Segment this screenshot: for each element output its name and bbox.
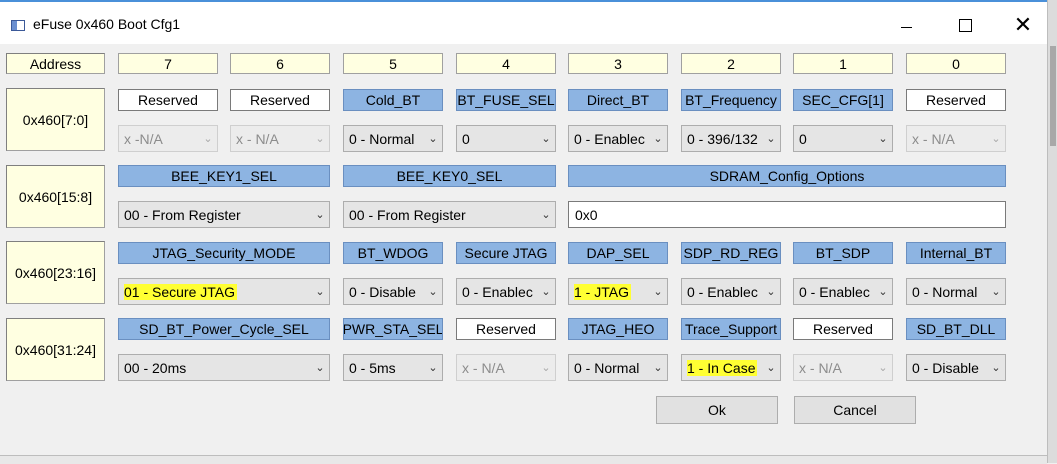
trace-support-select[interactable]: 1 - In Case ⌄ — [681, 354, 781, 381]
chevron-down-icon: ⌄ — [203, 133, 213, 145]
chevron-down-icon: ⌄ — [991, 133, 1001, 145]
bit-header-7: 7 — [118, 53, 218, 74]
bt-sdp-select[interactable]: 0 - Enablec ⌄ — [793, 278, 893, 305]
bee-key1-sel-select[interactable]: 00 - From Register ⌄ — [118, 201, 330, 228]
field-label-reserved: Reserved — [118, 89, 218, 111]
reserved-select: x - N/A ⌄ — [906, 125, 1006, 152]
reserved-select: x - N/A ⌄ — [230, 125, 330, 152]
bit-header-2: 2 — [681, 53, 781, 74]
field-label-bt-sdp: BT_SDP — [793, 242, 893, 264]
field-label-reserved: Reserved — [793, 318, 893, 340]
bit-header-6: 6 — [230, 53, 330, 74]
chevron-down-icon: ⌄ — [315, 286, 325, 298]
bit-header-1: 1 — [793, 53, 893, 74]
field-label-internal-bt: Internal_BT — [906, 242, 1006, 264]
bit-header-0: 0 — [906, 53, 1006, 74]
chevron-down-icon: ⌄ — [766, 362, 776, 374]
field-label-bt-fuse-sel: BT_FUSE_SEL — [456, 89, 556, 111]
bee-key0-sel-select[interactable]: 00 - From Register ⌄ — [343, 201, 556, 228]
chevron-down-icon: ⌄ — [878, 362, 888, 374]
field-label-bt-wdog: BT_WDOG — [343, 242, 443, 264]
dap-sel-select[interactable]: 1 - JTAG ⌄ — [568, 278, 668, 305]
field-label-sec-cfg-1: SEC_CFG[1] — [793, 89, 893, 111]
minimize-button[interactable] — [883, 10, 929, 40]
ok-button[interactable]: Ok — [656, 396, 778, 424]
field-label-direct-bt: Direct_BT — [568, 89, 668, 111]
chevron-down-icon: ⌄ — [541, 286, 551, 298]
field-label-jtag-heo: JTAG_HEO — [568, 318, 668, 340]
reserved-select: x -N/A ⌄ — [118, 125, 218, 152]
close-icon: ✕ — [1013, 12, 1033, 37]
internal-bt-select[interactable]: 0 - Normal ⌄ — [906, 278, 1006, 305]
chevron-down-icon: ⌄ — [428, 286, 438, 298]
bt-wdog-select[interactable]: 0 - Disable ⌄ — [343, 278, 443, 305]
sdram-config-options-input[interactable]: 0x0 — [568, 201, 1006, 228]
field-label-reserved: Reserved — [230, 89, 330, 111]
row-address-7-0: 0x460[7:0] — [6, 88, 105, 151]
cancel-button[interactable]: Cancel — [794, 396, 916, 424]
field-label-reserved: Reserved — [906, 89, 1006, 111]
chevron-down-icon: ⌄ — [541, 362, 551, 374]
field-label-jtag-security-mode: JTAG_Security_MODE — [118, 242, 330, 264]
chevron-down-icon: ⌄ — [991, 286, 1001, 298]
bit-header-4: 4 — [456, 53, 556, 74]
chevron-down-icon: ⌄ — [653, 362, 663, 374]
maximize-button[interactable] — [942, 10, 988, 40]
jtag-security-mode-select[interactable]: 01 - Secure JTAG ⌄ — [118, 278, 330, 305]
chevron-down-icon: ⌄ — [653, 286, 663, 298]
minimize-icon — [900, 26, 912, 28]
field-label-bt-frequency: BT_Frequency — [681, 89, 781, 111]
chevron-down-icon: ⌄ — [766, 133, 776, 145]
sd-bt-dll-select[interactable]: 0 - Disable ⌄ — [906, 354, 1006, 381]
app-icon — [11, 20, 25, 31]
reserved-select: x - N/A ⌄ — [456, 354, 556, 381]
bt-frequency-select[interactable]: 0 - 396/132 ⌄ — [681, 125, 781, 152]
field-label-secure-jtag: Secure JTAG — [456, 242, 556, 264]
sec-cfg-1-select[interactable]: 0 ⌄ — [793, 125, 893, 152]
direct-bt-select[interactable]: 0 - Enablec ⌄ — [568, 125, 668, 152]
bit-header-5: 5 — [343, 53, 443, 74]
sd-bt-power-cycle-sel-select[interactable]: 00 - 20ms ⌄ — [118, 354, 330, 381]
field-label-sdp-rd-reg: SDP_RD_REG — [681, 242, 781, 264]
field-label-trace-support: Trace_Support — [681, 318, 781, 340]
chevron-down-icon: ⌄ — [991, 362, 1001, 374]
cold-bt-select[interactable]: 0 - Normal ⌄ — [343, 125, 443, 152]
field-label-dap-sel: DAP_SEL — [568, 242, 668, 264]
chevron-down-icon: ⌄ — [766, 286, 776, 298]
chevron-down-icon: ⌄ — [428, 133, 438, 145]
maximize-icon — [958, 18, 972, 32]
row-address-15-8: 0x460[15:8] — [6, 165, 105, 228]
field-label-cold-bt: Cold_BT — [343, 89, 443, 111]
bit-header-3: 3 — [568, 53, 668, 74]
reserved-select: x - N/A ⌄ — [793, 354, 893, 381]
chevron-down-icon: ⌄ — [878, 286, 888, 298]
chevron-down-icon: ⌄ — [315, 362, 325, 374]
window-title: eFuse 0x460 Boot Cfg1 — [33, 16, 181, 32]
field-label-sdram-config-options: SDRAM_Config_Options — [568, 165, 1006, 187]
chevron-down-icon: ⌄ — [653, 133, 663, 145]
field-label-pwr-sta-sel: PWR_STA_SEL — [343, 318, 443, 340]
chevron-down-icon: ⌄ — [428, 362, 438, 374]
address-header: Address — [6, 53, 105, 74]
sdp-rd-reg-select[interactable]: 0 - Enablec ⌄ — [681, 278, 781, 305]
chevron-down-icon: ⌄ — [315, 133, 325, 145]
secure-jtag-select[interactable]: 0 - Enablec ⌄ — [456, 278, 556, 305]
field-label-sd-bt-dll: SD_BT_DLL — [906, 318, 1006, 340]
title-bar: eFuse 0x460 Boot Cfg1 ✕ — [0, 2, 1047, 44]
row-address-31-24: 0x460[31:24] — [6, 318, 105, 381]
close-button[interactable]: ✕ — [1000, 10, 1046, 40]
field-label-reserved: Reserved — [456, 318, 556, 340]
bt-fuse-sel-select[interactable]: 0 ⌄ — [456, 125, 556, 152]
field-label-bee-key1-sel: BEE_KEY1_SEL — [118, 165, 330, 187]
pwr-sta-sel-select[interactable]: 0 - 5ms ⌄ — [343, 354, 443, 381]
chevron-down-icon: ⌄ — [541, 209, 551, 221]
row-address-23-16: 0x460[23:16] — [6, 241, 105, 304]
chevron-down-icon: ⌄ — [878, 133, 888, 145]
field-label-bee-key0-sel: BEE_KEY0_SEL — [343, 165, 556, 187]
chevron-down-icon: ⌄ — [315, 209, 325, 221]
field-label-sd-bt-power-cycle-sel: SD_BT_Power_Cycle_SEL — [118, 318, 330, 340]
jtag-heo-select[interactable]: 0 - Normal ⌄ — [568, 354, 668, 381]
scrollbar-thumb[interactable] — [1050, 46, 1056, 146]
chevron-down-icon: ⌄ — [541, 133, 551, 145]
